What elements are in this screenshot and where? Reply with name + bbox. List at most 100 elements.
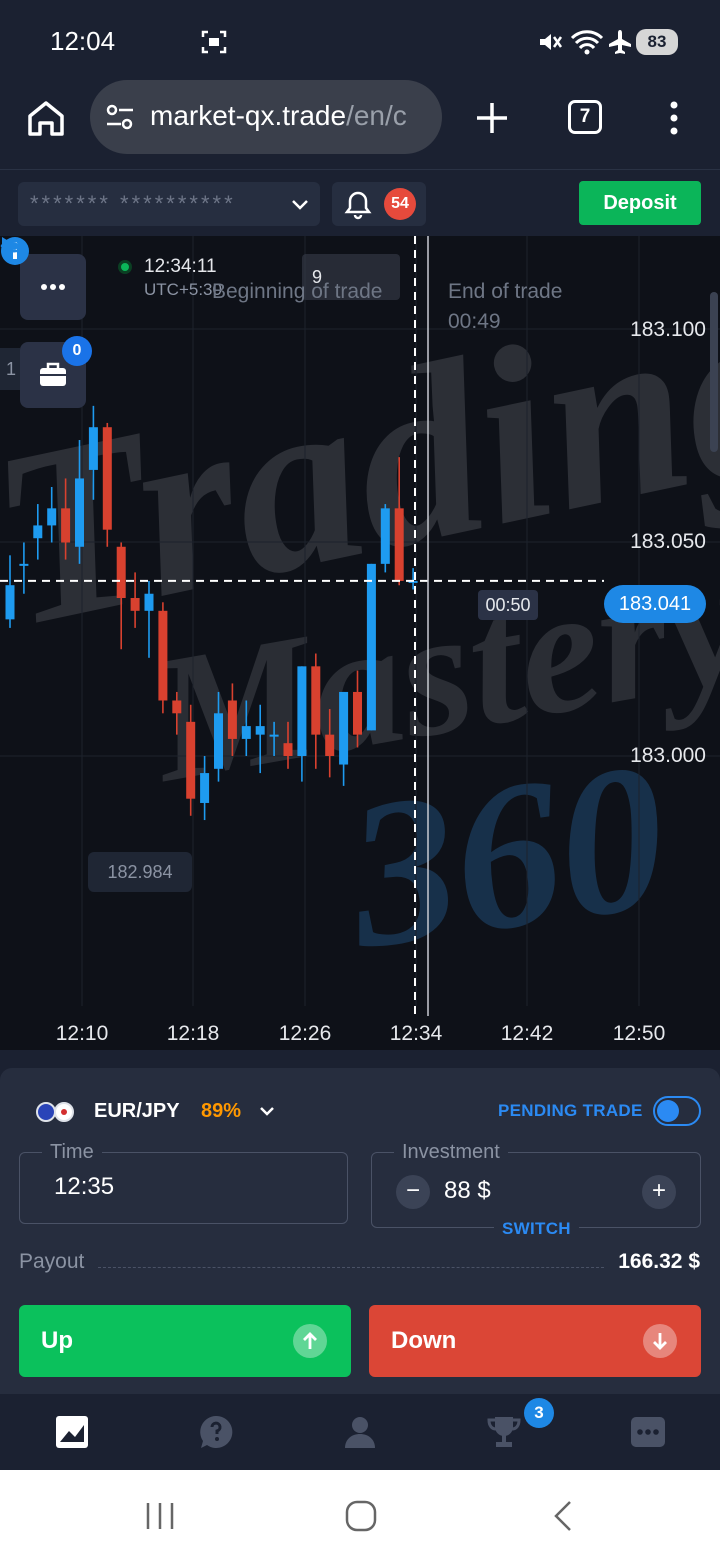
asset-pair[interactable]: EUR/JPY [94, 1100, 180, 1123]
new-tab-icon[interactable] [474, 100, 510, 136]
address-bar[interactable]: market-qx.trade/en/c [90, 80, 442, 154]
tab-switcher-button[interactable]: 7 [568, 100, 602, 134]
current-price-badge: 183.041 [604, 585, 706, 623]
notifications-button[interactable]: 54 [332, 182, 426, 226]
candle-body [47, 508, 57, 526]
battery-icon: 83 [636, 29, 678, 55]
trophy-badge: 3 [524, 1398, 554, 1428]
arrow-down-icon [643, 1324, 677, 1358]
time-tick: 12:42 [500, 1022, 554, 1045]
investment-value[interactable]: 88 $ [444, 1177, 491, 1205]
candle-countdown: 00:50 [478, 590, 538, 620]
investment-legend: Investment [394, 1141, 508, 1164]
time-tick: 12:26 [278, 1022, 332, 1045]
candle-body [102, 427, 112, 530]
end-of-trade-timer: 00:49 [448, 310, 501, 333]
down-label: Down [391, 1327, 457, 1354]
home-circle-icon[interactable] [343, 1498, 379, 1534]
investment-field[interactable]: Investment − 88 $ + SWITCH [371, 1141, 701, 1239]
low-price-label: 182.984 [88, 852, 192, 892]
time-legend: Time [42, 1141, 102, 1164]
candle-body [186, 721, 196, 799]
recent-apps-icon[interactable] [142, 1498, 178, 1534]
deposit-button[interactable]: Deposit [579, 181, 701, 225]
status-time: 12:04 [50, 26, 116, 56]
account-mask: ******* ********** [30, 191, 236, 216]
increase-investment-button[interactable]: + [642, 1175, 676, 1209]
pending-trade-label: PENDING TRADE [498, 1101, 643, 1120]
screenshot-icon [201, 30, 227, 54]
up-button[interactable]: Up [19, 1305, 351, 1377]
left-price-label: 1 [0, 348, 20, 390]
candle-body [144, 593, 154, 611]
candle-body [61, 508, 71, 543]
price-chart[interactable]: Trading Mastery 360 1 0 12:34:11 UTC+5:3… [0, 236, 720, 1050]
system-navigation-bar [0, 1470, 720, 1560]
server-time: 12:34:11 [144, 256, 217, 277]
candle-body [172, 700, 182, 714]
candle-body [394, 508, 404, 581]
time-field[interactable]: Time 12:35 [19, 1141, 348, 1224]
payout-label: Payout [19, 1250, 85, 1273]
payout-divider [98, 1267, 604, 1268]
toggle-knob [657, 1100, 679, 1122]
candle-body [297, 666, 307, 756]
payout-value: 166.32 $ [618, 1250, 700, 1273]
eye-icon[interactable] [0, 236, 28, 256]
candle-body [19, 563, 29, 566]
candle-body [214, 713, 223, 769]
down-button[interactable]: Down [369, 1305, 701, 1377]
candle-body [283, 743, 293, 756]
candle-body [269, 734, 279, 737]
pending-trade-toggle[interactable] [653, 1096, 701, 1126]
site-settings-icon[interactable] [104, 102, 136, 132]
arrow-up-icon [293, 1324, 327, 1358]
eu-flag-icon [36, 1102, 56, 1122]
trophy-icon[interactable] [486, 1414, 522, 1450]
chat-icon[interactable] [630, 1414, 666, 1450]
chart-icon[interactable] [54, 1414, 90, 1450]
asset-payout-percent: 89% [201, 1100, 242, 1122]
account-selector[interactable]: ******* ********** [18, 182, 320, 226]
help-icon[interactable] [198, 1414, 234, 1450]
home-icon[interactable] [24, 98, 68, 138]
live-indicator [118, 260, 132, 274]
candle-body [75, 478, 84, 547]
decrease-investment-button[interactable]: − [396, 1175, 430, 1209]
bottom-navigation: 3 [0, 1394, 720, 1470]
up-label: Up [41, 1327, 73, 1354]
time-tick: 12:10 [55, 1022, 109, 1045]
time-tick: 12:18 [166, 1022, 220, 1045]
candle-body [353, 691, 362, 735]
chart-scrollbar[interactable] [710, 292, 718, 452]
candle-body [227, 700, 237, 739]
candle-body [325, 734, 335, 756]
time-value: 12:35 [54, 1173, 115, 1200]
url-text: market-qx.trade/en/c [150, 100, 407, 132]
candlestick-plot[interactable] [0, 236, 720, 1050]
app-header: ******* ********** 54 Deposit [0, 170, 720, 236]
candle-body [116, 546, 126, 599]
chevron-down-icon [292, 200, 308, 210]
profile-icon[interactable] [342, 1414, 378, 1450]
time-tick: 12:34 [389, 1022, 443, 1045]
url-path: /en/c [346, 100, 407, 131]
price-tick: 183.000 [630, 744, 706, 767]
bell-icon [344, 191, 372, 220]
price-tick: 183.100 [630, 318, 706, 341]
candle-body [200, 773, 210, 803]
chevron-down-icon[interactable] [258, 1102, 276, 1120]
switch-button[interactable]: SWITCH [494, 1219, 579, 1239]
timezone: UTC+5:30 [144, 280, 222, 299]
beginning-of-trade-label: Beginning of trade [212, 280, 383, 303]
back-icon[interactable] [546, 1498, 582, 1534]
browser-toolbar: market-qx.trade/en/c 7 [0, 80, 720, 170]
browser-menu-icon[interactable] [664, 100, 684, 136]
briefcase-icon [40, 362, 66, 386]
candle-body [241, 726, 251, 739]
candle-body [5, 585, 15, 620]
candle-body [33, 525, 43, 539]
mute-icon [540, 34, 563, 50]
candle-body [311, 666, 321, 735]
candle-body [158, 610, 168, 701]
